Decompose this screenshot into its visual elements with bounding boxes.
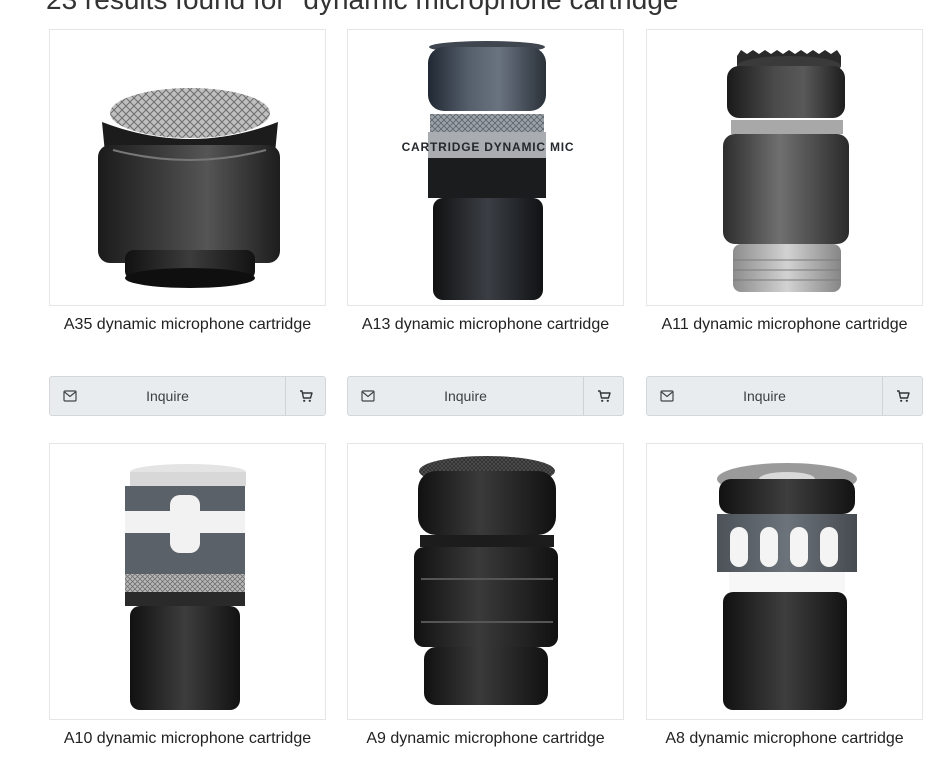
product-actions: Inquire [347,376,624,416]
product-image-a11[interactable] [646,29,923,306]
product-name[interactable]: A9 dynamic microphone cartridge [347,728,624,750]
add-to-cart-button[interactable] [286,377,325,415]
product-image-a35[interactable] [49,29,326,306]
product-actions: Inquire [646,376,923,416]
inquire-label: Inquire [444,388,487,404]
product-image-a9[interactable] [347,443,624,720]
results-heading: 23 results found for "dynamic microphone… [46,0,688,18]
product-name[interactable]: A10 dynamic microphone cartridge [49,728,326,750]
inquire-button[interactable]: Inquire [348,377,584,415]
add-to-cart-button[interactable] [584,377,623,415]
add-to-cart-button[interactable] [883,377,922,415]
product-name[interactable]: A35 dynamic microphone cartridge [49,314,326,336]
product-image-a13[interactable]: CARTRIDGE DYNAMIC MIC [347,29,624,306]
cartridge-label-text: CARTRIDGE DYNAMIC MIC [402,140,575,154]
product-image-a10[interactable] [49,443,326,720]
inquire-label: Inquire [743,388,786,404]
product-name[interactable]: A8 dynamic microphone cartridge [646,728,923,750]
cart-icon [299,390,313,402]
mail-icon [361,390,375,402]
mail-icon [63,390,77,402]
product-image-a8[interactable] [646,443,923,720]
cart-icon [896,390,910,402]
product-actions: Inquire [49,376,326,416]
cart-icon [597,390,611,402]
inquire-label: Inquire [146,388,189,404]
product-name[interactable]: A13 dynamic microphone cartridge [347,314,624,336]
inquire-button[interactable]: Inquire [647,377,883,415]
mail-icon [660,390,674,402]
inquire-button[interactable]: Inquire [50,377,286,415]
product-name[interactable]: A11 dynamic microphone cartridge [646,314,923,336]
